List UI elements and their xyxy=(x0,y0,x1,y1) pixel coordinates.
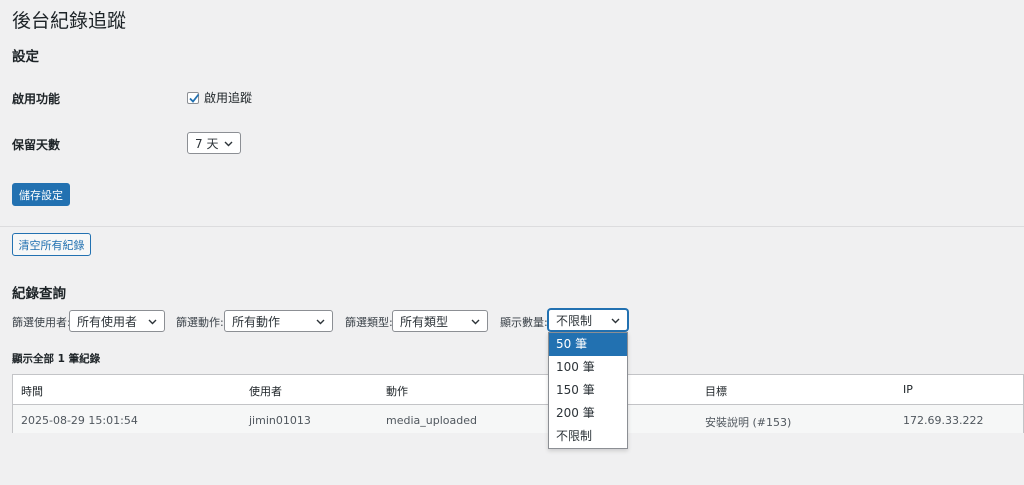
save-settings-button[interactable]: 儲存設定 xyxy=(12,183,70,206)
retention-label: 保留天數 xyxy=(12,138,61,152)
header-user: 使用者 xyxy=(249,385,282,398)
limit-option[interactable]: 50 筆 xyxy=(549,333,627,356)
page-title: 後台紀錄追蹤 xyxy=(12,10,127,32)
limit-option[interactable]: 200 筆 xyxy=(549,402,627,425)
cell-time: 2025-08-29 15:01:54 xyxy=(21,414,138,427)
limit-option[interactable]: 100 筆 xyxy=(549,356,627,379)
settings-section-title: 設定 xyxy=(12,49,39,65)
header-time: 時間 xyxy=(21,385,43,398)
table-header: 時間 使用者 動作 目標 IP xyxy=(13,375,1023,405)
chevron-down-icon xyxy=(224,141,233,147)
limit-option[interactable]: 150 筆 xyxy=(549,379,627,402)
filter-action-value: 所有動作 xyxy=(232,314,281,329)
chevron-down-icon xyxy=(471,319,480,325)
enable-checkbox-wrap[interactable]: 啟用追蹤 xyxy=(187,89,252,106)
limit-dropdown-list: 50 筆 100 筆 150 筆 200 筆 不限制 xyxy=(548,332,628,449)
limit-select[interactable]: 不限制 xyxy=(548,309,628,331)
chevron-down-icon xyxy=(316,319,325,325)
enable-label: 啟用功能 xyxy=(12,92,61,106)
filter-type-label: 篩選類型: xyxy=(345,316,393,329)
filter-user-label: 篩選使用者: xyxy=(12,316,71,329)
divider xyxy=(0,226,1024,227)
filter-type-select[interactable]: 所有類型 xyxy=(392,310,488,332)
cell-target: 安裝說明 (#153) xyxy=(705,416,792,429)
cell-ip: 172.69.33.222 xyxy=(903,414,984,427)
enable-checkbox-label: 啟用追蹤 xyxy=(204,91,253,105)
cell-user: jimin01013 xyxy=(249,414,311,427)
retention-select[interactable]: 7 天 xyxy=(187,132,241,154)
filter-type-value: 所有類型 xyxy=(400,314,449,329)
clear-all-button[interactable]: 清空所有紀錄 xyxy=(12,233,91,256)
cell-action: media_uploaded xyxy=(386,414,477,427)
filter-user-value: 所有使用者 xyxy=(77,314,138,329)
header-ip: IP xyxy=(903,383,913,396)
retention-select-value: 7 天 xyxy=(195,136,219,151)
enable-checkbox[interactable] xyxy=(187,91,200,104)
header-action: 動作 xyxy=(386,385,408,398)
record-count-text: 顯示全部 1 筆紀錄 xyxy=(12,353,101,365)
checkmark-icon xyxy=(189,93,200,103)
limit-option[interactable]: 不限制 xyxy=(549,425,627,448)
filter-user-select[interactable]: 所有使用者 xyxy=(69,310,165,332)
chevron-down-icon xyxy=(148,319,157,325)
records-table: 時間 使用者 動作 目標 IP 2025-08-29 15:01:54 jimi… xyxy=(12,374,1024,433)
query-section-title: 紀錄查詢 xyxy=(12,286,66,302)
header-target: 目標 xyxy=(705,385,727,398)
filter-action-label: 篩選動作: xyxy=(176,316,224,329)
table-row: 2025-08-29 15:01:54 jimin01013 media_upl… xyxy=(13,405,1023,433)
limit-label: 顯示數量: xyxy=(500,316,548,329)
limit-select-value: 不限制 xyxy=(556,313,593,328)
chevron-down-icon xyxy=(611,318,620,324)
filter-action-select[interactable]: 所有動作 xyxy=(224,310,333,332)
